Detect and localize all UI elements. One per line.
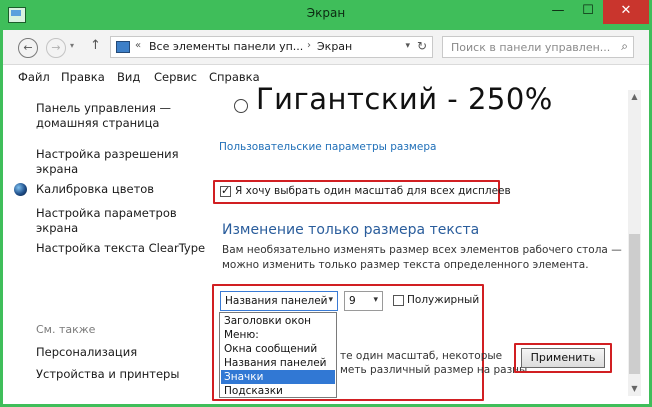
one-scale-label: Я хочу выбрать один масштаб для всех дис… bbox=[235, 185, 511, 197]
element-select-value: Названия панелей bbox=[225, 295, 328, 307]
back-button[interactable]: ← bbox=[18, 38, 38, 58]
address-dropdown-icon[interactable]: ▾ bbox=[405, 41, 410, 51]
font-size-value: 9 bbox=[349, 295, 356, 307]
description-line-2: можно изменить только размер текста опре… bbox=[222, 259, 589, 271]
search-input[interactable]: Поиск в панели управлен... ⌕ bbox=[442, 36, 634, 58]
custom-size-link[interactable]: Пользовательские параметры размера bbox=[219, 141, 436, 153]
sidebar-item-home[interactable]: Панель управления — домашняя страница bbox=[36, 101, 171, 131]
sidebar-item-label: экрана bbox=[36, 221, 79, 235]
list-item-selected[interactable]: Значки bbox=[221, 370, 335, 384]
sidebar-item-label: Настройка параметров bbox=[36, 206, 177, 220]
text-size-heading: Изменение только размера текста bbox=[222, 222, 480, 238]
giant-size-label: Гигантский - 250% bbox=[256, 82, 553, 116]
element-select[interactable]: Названия панелей ▾ bbox=[220, 291, 338, 311]
scroll-up-icon[interactable]: ▲ bbox=[628, 90, 641, 104]
scale-note-line-2: меть различный размер на разны bbox=[340, 364, 528, 376]
menu-tools[interactable]: Сервис bbox=[154, 70, 197, 84]
description-line-1: Вам необязательно изменять размер всех э… bbox=[222, 244, 622, 256]
sidebar-item-label: экрана bbox=[36, 162, 79, 176]
bold-checkbox[interactable] bbox=[393, 295, 404, 306]
forward-button[interactable]: → bbox=[46, 38, 66, 58]
list-item[interactable]: Окна сообщений bbox=[221, 342, 335, 356]
menu-view[interactable]: Вид bbox=[117, 70, 140, 84]
list-item[interactable]: Названия панелей bbox=[221, 356, 335, 370]
chevron-down-icon: ▾ bbox=[373, 295, 378, 305]
menu-file[interactable]: Файл bbox=[18, 70, 50, 84]
minimize-button[interactable]: — bbox=[543, 0, 573, 24]
address-toolbar: ← → ▾ ↑ « Все элементы панели уп... › Эк… bbox=[0, 30, 652, 65]
breadcrumb-all-items[interactable]: Все элементы панели уп... bbox=[149, 40, 303, 53]
bold-label: Полужирный bbox=[407, 294, 480, 306]
sidebar-item-label: Панель управления — bbox=[36, 101, 172, 115]
recent-locations-chevron-icon[interactable]: ▾ bbox=[70, 41, 74, 50]
close-button[interactable]: ✕ bbox=[603, 0, 649, 24]
radio-giant[interactable] bbox=[234, 99, 248, 113]
element-dropdown-list: Заголовки окон Меню: Окна сообщений Назв… bbox=[219, 312, 337, 398]
breadcrumb-separator-icon[interactable]: › bbox=[307, 40, 311, 51]
scale-note-line-1: те один масштаб, некоторые bbox=[340, 350, 503, 362]
sidebar-item-resolution[interactable]: Настройка разрешения экрана bbox=[36, 147, 179, 177]
control-panel-icon bbox=[116, 41, 130, 53]
sidebar-item-personalization[interactable]: Персонализация bbox=[36, 345, 137, 360]
menu-edit[interactable]: Правка bbox=[61, 70, 105, 84]
search-placeholder: Поиск в панели управлен... bbox=[451, 41, 611, 54]
sidebar-item-display-params[interactable]: Настройка параметров экрана bbox=[36, 206, 177, 236]
font-size-select[interactable]: 9 ▾ bbox=[344, 291, 383, 311]
apply-button[interactable]: Применить bbox=[521, 348, 605, 368]
list-item[interactable]: Меню: bbox=[221, 328, 335, 342]
list-item[interactable]: Подсказки bbox=[221, 384, 335, 398]
sidebar-item-calibration[interactable]: Калибровка цветов bbox=[36, 182, 154, 197]
search-icon[interactable]: ⌕ bbox=[621, 39, 628, 54]
chevron-down-icon: ▾ bbox=[328, 295, 333, 305]
maximize-button[interactable]: ☐ bbox=[573, 0, 603, 24]
scroll-down-icon[interactable]: ▼ bbox=[628, 382, 641, 396]
title-bar: Экран — ☐ ✕ bbox=[0, 0, 652, 30]
see-also-heading: См. также bbox=[36, 323, 96, 336]
address-field[interactable]: « Все элементы панели уп... › Экран ▾ ↻ bbox=[110, 36, 433, 58]
list-item[interactable]: Заголовки окон bbox=[221, 314, 335, 328]
sidebar-item-cleartype[interactable]: Настройка текста ClearType bbox=[36, 241, 205, 256]
sidebar-item-label: Настройка разрешения bbox=[36, 147, 179, 161]
breadcrumb-screen[interactable]: Экран bbox=[317, 40, 352, 53]
scroll-thumb[interactable] bbox=[629, 234, 640, 374]
menu-help[interactable]: Справка bbox=[209, 70, 260, 84]
up-button[interactable]: ↑ bbox=[90, 38, 101, 53]
sidebar-item-devices[interactable]: Устройства и принтеры bbox=[36, 367, 179, 382]
color-calibration-icon bbox=[14, 183, 27, 196]
breadcrumb-overflow-icon[interactable]: « bbox=[135, 40, 141, 51]
one-scale-checkbox[interactable] bbox=[220, 184, 231, 197]
refresh-icon[interactable]: ↻ bbox=[417, 39, 427, 53]
sidebar-item-label: домашняя страница bbox=[36, 116, 160, 130]
